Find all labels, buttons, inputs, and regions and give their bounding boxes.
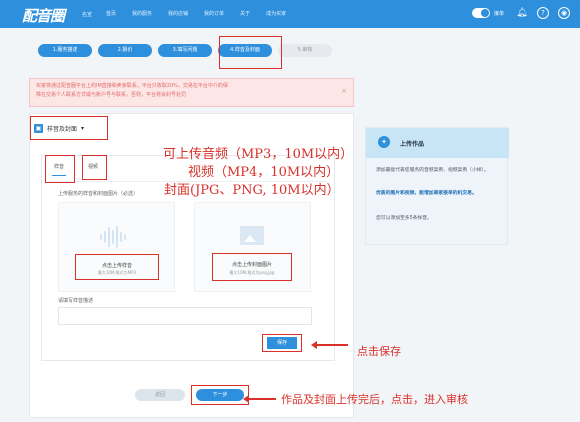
upload-label: 上传服务的样音和封面图片（必选） (58, 191, 139, 197)
warning-banner: 买家将通过配音圈平台上的IM直接和卖家联系，平台只收取20%，交易在平台中介的保… (29, 78, 354, 107)
warning-line-1: 买家将通过配音圈平台上的IM直接和卖家联系，平台只收取20%，交易在平台中介的保 (36, 83, 228, 89)
nav-item-about[interactable]: 关于 (240, 10, 250, 17)
nav-item-home[interactable]: 首页 (106, 10, 116, 17)
back-button[interactable]: 返回 (135, 389, 185, 401)
annotation-video: 视频（MP4，10M以内） (188, 165, 340, 180)
image-icon (240, 226, 264, 245)
cover-upload-highlight-box (212, 253, 292, 281)
save-highlight-box (262, 334, 302, 352)
nav-item-orders[interactable]: 我的订单 (204, 10, 224, 17)
step-1[interactable]: 1.服务描述 (38, 44, 92, 57)
logo-subtitle: 名宣 (82, 12, 93, 18)
bell-icon[interactable]: 🔔︎ (516, 7, 528, 19)
save-arrow (311, 341, 348, 349)
step-5[interactable]: 5.审核 (278, 44, 332, 57)
annotation-save: 点击保存 (357, 345, 401, 358)
lightbulb-icon: ✦ (378, 136, 390, 148)
audio-wave-icon (100, 225, 126, 249)
annotation-audio: 可上传音频（MP3，10M以内） (163, 147, 354, 162)
step-progress: 1.服务描述 2.报价 3.填写问题 4.样音及封面 5.审核 (38, 44, 332, 57)
toggle-label: 接单 (494, 11, 505, 17)
description-label: 请填写样音描述 (58, 298, 94, 304)
warning-line-2: 障在交易个人联系方式或与账户号与联系，否则，平台将会封号处罚 (36, 92, 187, 98)
tab-audio-highlight-box (45, 155, 75, 183)
nav-item-become-buyer[interactable]: 成为买家 (266, 10, 286, 17)
top-header: 配音圈 名宣 首页 我的服务 我的店铺 我的订单 关于 成为买家 接单 🔔︎ ?… (0, 0, 580, 28)
nav-item-services[interactable]: 我的服务 (132, 10, 152, 17)
side-text-1: 添加最能代表您服务的音频案例、视频案例（小样）。 (376, 168, 489, 173)
step-3[interactable]: 3.填写问题 (158, 44, 212, 57)
nav-item-shop[interactable]: 我的店铺 (168, 10, 188, 17)
tab-video-highlight-box (82, 155, 107, 180)
description-input[interactable] (58, 307, 312, 325)
help-circle-icon[interactable]: ? (537, 7, 549, 19)
section-highlight-box (30, 116, 108, 140)
step-highlight-box (219, 36, 282, 69)
app-logo[interactable]: 配音圈 (22, 5, 65, 26)
annotation-next: 作品及封面上传完后，点击，进入审核 (281, 393, 468, 406)
top-nav: 首页 我的服务 我的店铺 我的订单 关于 成为买家 (106, 10, 286, 17)
close-icon[interactable]: × (341, 87, 347, 96)
side-text-2: 优质的图片和视频，能增加商家接单的机交易。 (376, 191, 477, 196)
next-arrow (243, 395, 276, 403)
audio-upload-highlight-box (75, 254, 159, 280)
annotation-cover: 封面(JPG、PNG, 10M以内） (164, 183, 340, 198)
next-highlight-box (191, 385, 249, 405)
accept-orders-toggle[interactable] (472, 8, 490, 18)
side-text-3: 您可以添加至多5条样音。 (376, 216, 432, 221)
step-2[interactable]: 2.报价 (98, 44, 152, 57)
avatar-icon[interactable]: ◉ (558, 7, 570, 19)
side-card-title: 上传作品 (400, 141, 425, 148)
